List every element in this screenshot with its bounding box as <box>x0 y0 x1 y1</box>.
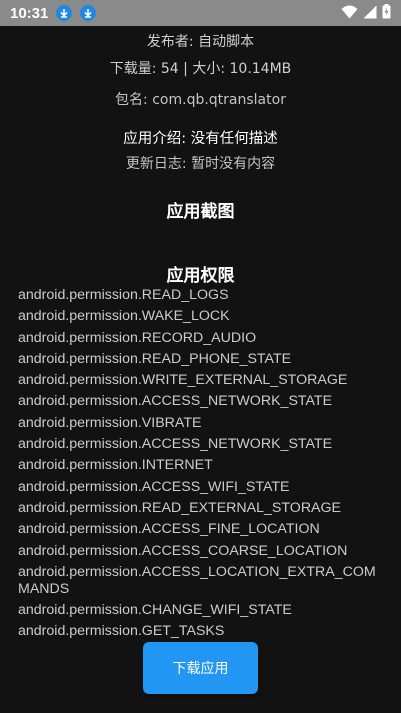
list-item: android.permission.ACCESS_FINE_LOCATION <box>18 521 320 538</box>
publisher-text: 发布者: 自动脚本 <box>146 34 255 50</box>
list-item: android.permission.WRITE_EXTERNAL_STORAG… <box>18 372 348 389</box>
status-time: 10:31 <box>10 4 49 22</box>
status-bar: 10:31 <box>0 0 401 26</box>
list-item: android.permission.ACCESS_LOCATION_EXTRA… <box>18 563 376 597</box>
download-icon <box>80 5 97 21</box>
list-item: android.permission.ACCESS_NETWORK_STATE <box>18 393 333 410</box>
wifi-icon <box>341 4 358 23</box>
list-item: android.permission.VIBRATE <box>18 414 202 431</box>
list-item: android.permission.READ_EXTERNAL_STORAGE <box>18 499 342 516</box>
signal-icon <box>363 4 377 23</box>
list-item: android.permission.GET_TASKS <box>18 623 225 640</box>
status-icons <box>341 3 391 23</box>
download-app-button[interactable]: 下载应用 <box>143 642 258 694</box>
list-item: android.permission.CHANGE_WIFI_STATE <box>18 602 292 619</box>
permissions-title: 应用权限 <box>166 266 235 286</box>
download-icon <box>56 5 73 21</box>
list-item: android.permission.ACCESS_NETWORK_STATE <box>18 436 333 453</box>
list-item: android.permission.RECORD_AUDIO <box>18 329 257 346</box>
list-item: android.permission.READ_LOGS <box>18 287 229 303</box>
list-item: android.permission.WAKE_LOCK <box>18 308 230 325</box>
list-item: android.permission.ACCESS_WIFI_STATE <box>18 478 290 495</box>
changelog-text: 更新日志: 暂时没有内容 <box>125 156 276 172</box>
description-text: 应用介绍: 没有任何描述 <box>123 131 278 147</box>
screenshots-title: 应用截图 <box>166 202 235 222</box>
list-item: android.permission.INTERNET <box>18 457 213 474</box>
package-name-text: 包名: com.qb.qtranslator <box>115 92 286 108</box>
list-item: android.permission.ACCESS_COARSE_LOCATIO… <box>18 542 348 559</box>
permission-list: android.permission.READ_LOGS android.per… <box>18 287 383 645</box>
list-item: android.permission.READ_PHONE_STATE <box>18 350 292 367</box>
battery-charging-icon <box>382 3 391 23</box>
download-stats-text: 下载量: 54 | 大小: 10.14MB <box>109 61 292 77</box>
